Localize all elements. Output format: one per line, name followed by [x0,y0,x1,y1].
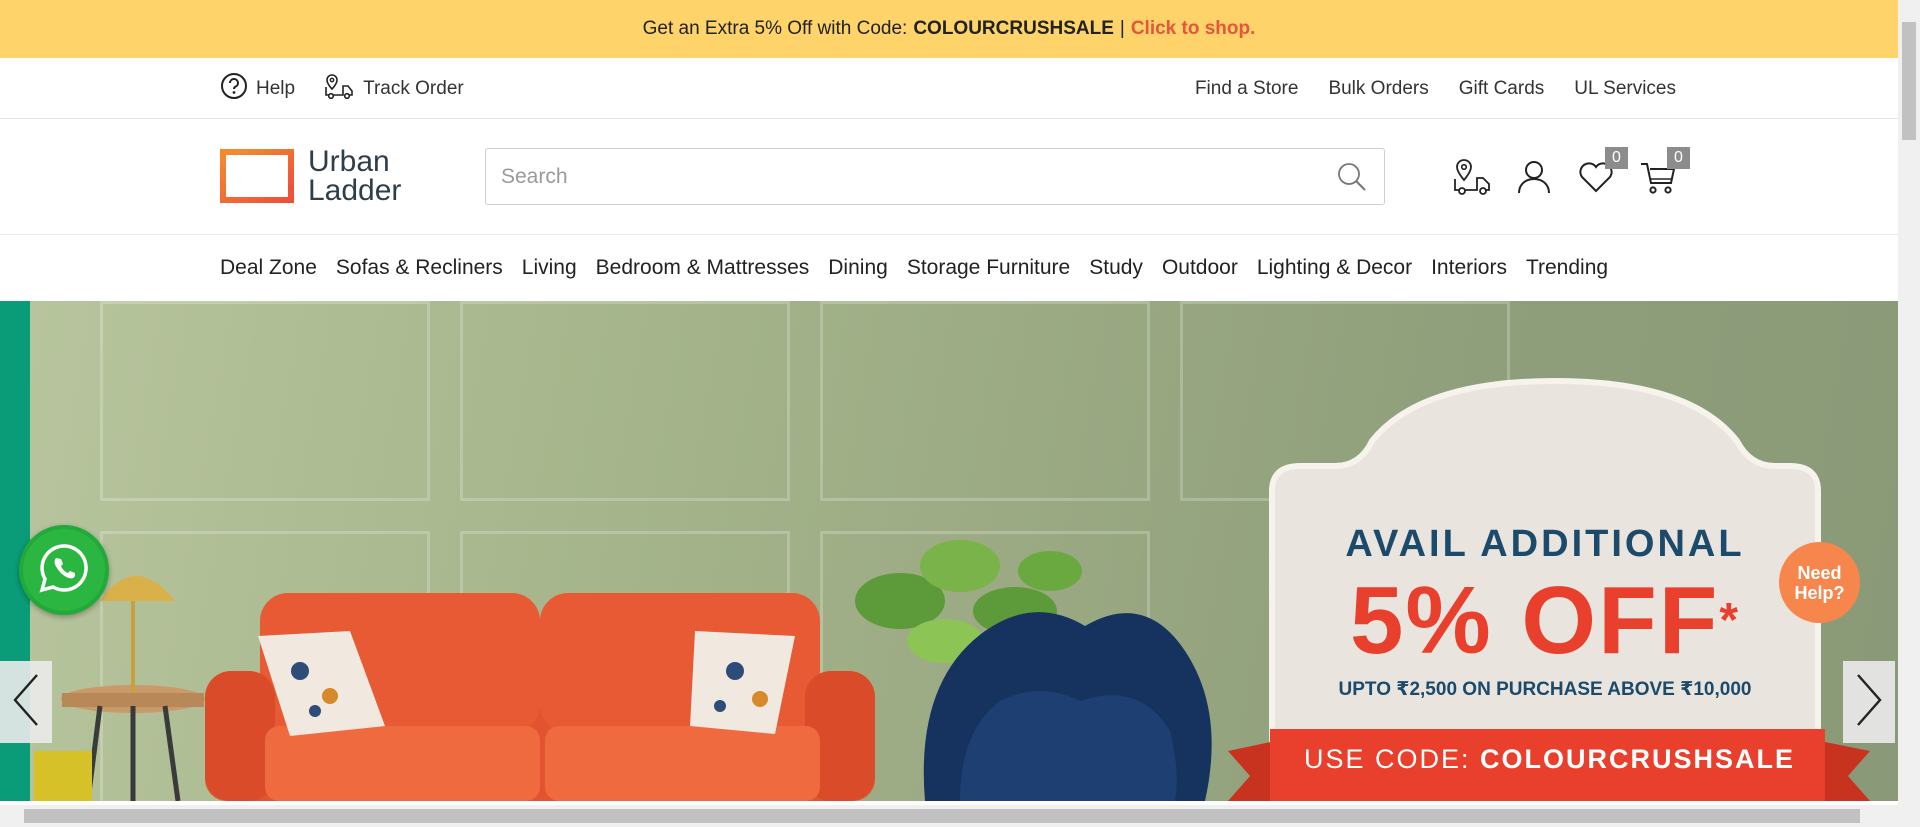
offer-code-label: USE CODE: [1303,744,1471,774]
nav-item-lighting-decor[interactable]: Lighting & Decor [1257,256,1412,280]
category-nav: Deal Zone Sofas & Recliners Living Bedro… [0,235,1898,301]
offer-code-value: COLOURCRUSHSALE [1480,744,1796,774]
wishlist-count-badge: 0 [1605,147,1628,169]
wishlist-button[interactable]: 0 [1576,147,1628,197]
help-icon [220,72,248,106]
nav-item-study[interactable]: Study [1089,256,1143,280]
urban-ladder-logo[interactable]: Urban Ladder [220,145,402,207]
cart-count-badge: 0 [1667,147,1690,169]
nav-item-deal-zone[interactable]: Deal Zone [220,256,317,280]
promo-shop-link[interactable]: Click to shop. [1131,18,1256,40]
gift-cards-link[interactable]: Gift Cards [1459,78,1545,100]
nav-item-storage-furniture[interactable]: Storage Furniture [907,256,1070,280]
offer-subtext: UPTO ₹2,500 ON PURCHASE ABOVE ₹10,000 [1338,679,1752,700]
help-label: Help [256,77,296,99]
logo-word-ladder: Ladder [308,174,402,207]
delivery-location-icon [1452,159,1492,201]
search-box[interactable] [485,148,1385,205]
vertical-scrollbar[interactable] [1898,0,1920,805]
whatsapp-chat-button[interactable] [19,525,109,615]
horizontal-scrollbar[interactable] [0,805,1920,827]
user-icon [1514,161,1554,201]
search-input[interactable] [501,164,1321,189]
nav-item-bedroom-mattresses[interactable]: Bedroom & Mattresses [596,256,810,280]
cart-button[interactable]: 0 [1638,147,1690,197]
cart-icon [1638,163,1678,201]
nav-item-living[interactable]: Living [522,256,577,280]
carousel-next-button[interactable] [1843,661,1895,743]
hero-banner[interactable]: AVAIL ADDITIONAL 5% OFF* UPTO ₹2,500 ON … [0,301,1898,801]
vertical-scrollbar-thumb[interactable] [1902,22,1916,140]
utility-bar: Help Track Order Find a Store Bulk Order… [0,58,1898,119]
bulk-orders-link[interactable]: Bulk Orders [1328,78,1428,100]
track-order-label: Track Order [363,77,464,99]
track-order-link[interactable]: Track Order [323,71,464,107]
carousel-prev-button[interactable] [0,661,52,743]
offer-percentage: 5% OFF [1349,567,1720,674]
chevron-right-icon [1854,672,1884,733]
promo-text: Get an Extra 5% Off with Code: [642,18,908,39]
search-icon[interactable] [1336,161,1368,198]
promo-banner[interactable]: Get an Extra 5% Off with Code: COLOURCRU… [0,0,1898,58]
nav-item-outdoor[interactable]: Outdoor [1162,256,1238,280]
heart-icon [1576,162,1616,201]
store-locator-button[interactable] [1452,157,1492,197]
chevron-left-icon [11,672,41,733]
main-header: Urban Ladder 0 0 [0,119,1898,235]
nav-item-dining[interactable]: Dining [828,256,888,280]
offer-headline: AVAIL ADDITIONAL [1345,523,1745,565]
ul-services-link[interactable]: UL Services [1574,78,1676,100]
need-help-button[interactable]: Need Help? [1779,542,1860,623]
horizontal-scrollbar-thumb[interactable] [24,809,1860,823]
find-store-link[interactable]: Find a Store [1195,78,1299,100]
need-help-line2: Help? [1794,582,1845,603]
offer-asterisk: * [1719,594,1741,647]
promo-code: COLOURCRUSHSALE [913,18,1114,39]
nav-item-interiors[interactable]: Interiors [1431,256,1507,280]
promo-separator: | [1119,18,1125,39]
help-link[interactable]: Help [220,72,295,106]
delivery-truck-icon [323,71,355,107]
need-help-line1: Need [1797,562,1842,583]
whatsapp-icon [37,541,91,600]
account-button[interactable] [1514,157,1554,197]
logo-word-urban: Urban [308,145,390,178]
logo-mark-icon [220,149,294,203]
nav-item-trending[interactable]: Trending [1526,256,1608,280]
nav-item-sofas-recliners[interactable]: Sofas & Recliners [336,256,503,280]
